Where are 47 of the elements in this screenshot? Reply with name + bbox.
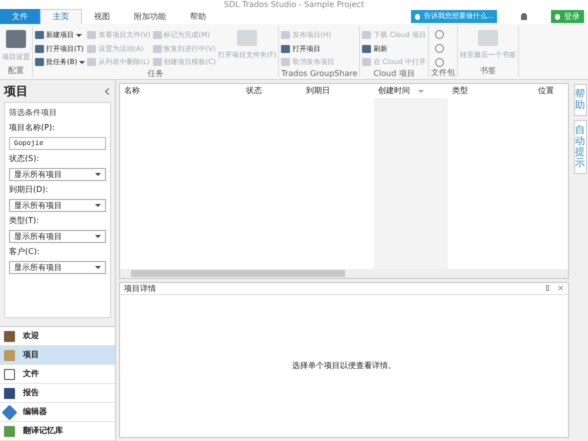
field-label: 到期日(D):	[9, 184, 50, 196]
nav-item[interactable]: 编辑器	[0, 403, 115, 422]
ribbon-tab[interactable]: 帮助	[178, 9, 218, 24]
column-header[interactable]: 位置	[534, 84, 568, 98]
side-tab[interactable]: 自动提示	[574, 120, 586, 174]
field-label: 客户(C):	[9, 246, 41, 258]
bell-icon[interactable]	[521, 13, 527, 20]
dropdown-field[interactable]: 显示所有项目	[9, 168, 106, 181]
column-header[interactable]: 到期日	[302, 84, 374, 98]
ribbon-tab[interactable]: 附加功能	[122, 9, 178, 24]
field-label: 类型(T):	[9, 215, 40, 227]
panel-title: 项目详情	[124, 282, 156, 294]
panel-title: 项目	[4, 83, 28, 100]
caret-icon	[76, 34, 82, 37]
group-label: 文件包	[430, 67, 455, 79]
ribbon-tab[interactable]: 文件	[0, 9, 40, 24]
field-label: 状态(S):	[9, 153, 40, 165]
group-title: 筛选条件项目	[9, 107, 58, 119]
side-tab[interactable]: 帮助	[574, 84, 586, 116]
sort-icon	[418, 90, 424, 92]
ribbon-tab[interactable]: 主页	[40, 9, 82, 24]
caret-icon	[95, 266, 101, 269]
user-icon	[555, 14, 560, 20]
column-header[interactable]: 状态	[242, 84, 302, 98]
dropdown-field[interactable]: 显示所有项目	[9, 261, 106, 274]
ribbon-tab[interactable]: 视图	[82, 9, 122, 24]
pin-icon[interactable]	[546, 284, 550, 290]
horizontal-scrollbar[interactable]	[120, 269, 568, 278]
title-bar: SDL Trados Studio - Sample Project	[0, 0, 588, 9]
close-button[interactable]: ✕	[557, 284, 564, 292]
field-label: 项目名称(P):	[9, 122, 56, 134]
column-header[interactable]: 创建时间	[374, 84, 448, 98]
group-label: 配置	[7, 65, 25, 77]
dropdown-field[interactable]: 显示所有项目	[9, 230, 106, 243]
group-label: Trados GroupShare	[281, 68, 358, 80]
empty-message: 选择单个项目以便查看详情。	[292, 360, 396, 372]
group-label: 任务	[146, 68, 165, 80]
caret-icon	[95, 235, 101, 238]
caret-icon	[95, 204, 101, 207]
caret-icon	[95, 173, 101, 176]
column-header[interactable]: 名称	[120, 84, 242, 98]
dropdown-field[interactable]: 显示所有项目	[9, 199, 106, 212]
group-label: 书签	[478, 65, 497, 77]
nav-item[interactable]: 项目	[0, 346, 115, 365]
lightbulb-icon	[415, 14, 420, 20]
group-label: Cloud 项目	[372, 68, 416, 80]
column-header[interactable]: 类型	[448, 84, 534, 98]
